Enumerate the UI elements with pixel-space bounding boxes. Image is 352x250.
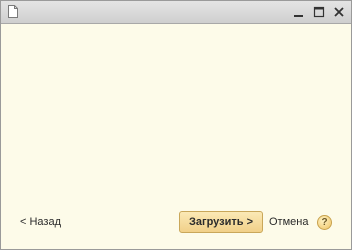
close-button[interactable] bbox=[332, 5, 346, 19]
document-icon bbox=[8, 5, 18, 18]
dialog-window: < Назад Загрузить > Отмена ? bbox=[0, 0, 352, 250]
close-icon bbox=[334, 7, 344, 17]
load-button[interactable]: Загрузить > bbox=[179, 211, 263, 233]
minimize-icon bbox=[294, 15, 303, 17]
cancel-button[interactable]: Отмена bbox=[269, 215, 308, 229]
maximize-icon bbox=[313, 6, 325, 18]
back-button[interactable]: < Назад bbox=[20, 215, 61, 229]
help-icon[interactable]: ? bbox=[317, 215, 332, 230]
minimize-button[interactable] bbox=[292, 5, 306, 19]
maximize-button[interactable] bbox=[312, 5, 326, 19]
title-bar[interactable] bbox=[1, 1, 351, 24]
content-area bbox=[6, 24, 346, 245]
